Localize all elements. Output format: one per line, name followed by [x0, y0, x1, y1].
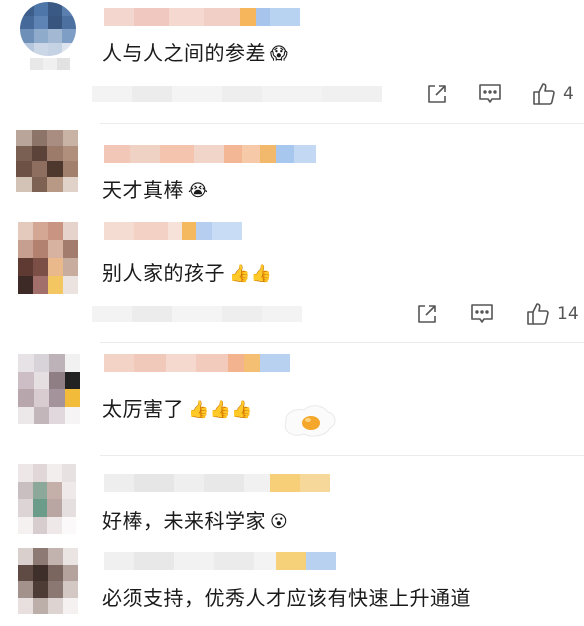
comment-text: 必须支持，优秀人才应该有快速上升通道 [102, 586, 471, 610]
like-button[interactable]: 4 [532, 82, 574, 106]
fried-egg-icon [284, 405, 336, 437]
divider [100, 455, 584, 456]
thumbs-up-icon [527, 303, 549, 325]
reply-button[interactable] [478, 83, 502, 105]
avatar[interactable] [16, 130, 78, 192]
username-blurred[interactable] [104, 145, 316, 163]
blurred-area [30, 58, 70, 70]
timestamp-blurred [92, 306, 302, 322]
avatar[interactable] [20, 2, 76, 56]
emoji: 👍👍👍 [188, 400, 254, 420]
emoji: 👍👍 [229, 264, 273, 284]
avatar[interactable] [18, 548, 78, 614]
like-count: 4 [563, 84, 574, 104]
share-button[interactable] [426, 83, 448, 105]
comment-text: 天才真棒 😭 [102, 178, 209, 202]
username-blurred[interactable] [104, 8, 300, 26]
divider [100, 123, 584, 124]
comment-text: 太厉害了 👍👍👍 [102, 397, 254, 421]
reply-button[interactable] [470, 303, 494, 325]
like-count: 14 [557, 304, 579, 324]
emoji: 😭 [188, 181, 209, 201]
thumbs-up-icon [533, 83, 555, 105]
emoji: 😮 [270, 512, 289, 532]
comment-actions: 14 [416, 302, 579, 326]
divider [100, 342, 584, 343]
emoji: 😱 [270, 44, 289, 64]
comment-icon [479, 84, 501, 103]
avatar[interactable] [18, 354, 80, 424]
avatar[interactable] [18, 222, 78, 294]
share-icon [418, 305, 436, 323]
comment-text: 好棒，未来科学家 😮 [102, 509, 289, 533]
comment-icon [471, 304, 493, 323]
comment-text: 人与人之间的参差 😱 [102, 41, 289, 65]
avatar[interactable] [18, 464, 76, 534]
username-blurred[interactable] [104, 354, 290, 372]
like-button[interactable]: 14 [526, 302, 579, 326]
comment-text: 别人家的孩子 👍👍 [102, 261, 273, 285]
timestamp-blurred [92, 86, 382, 102]
share-icon [428, 85, 446, 103]
share-button[interactable] [416, 303, 438, 325]
username-blurred[interactable] [104, 474, 330, 492]
username-blurred[interactable] [104, 552, 336, 570]
comment-actions: 4 [426, 82, 574, 106]
username-blurred[interactable] [104, 222, 242, 240]
